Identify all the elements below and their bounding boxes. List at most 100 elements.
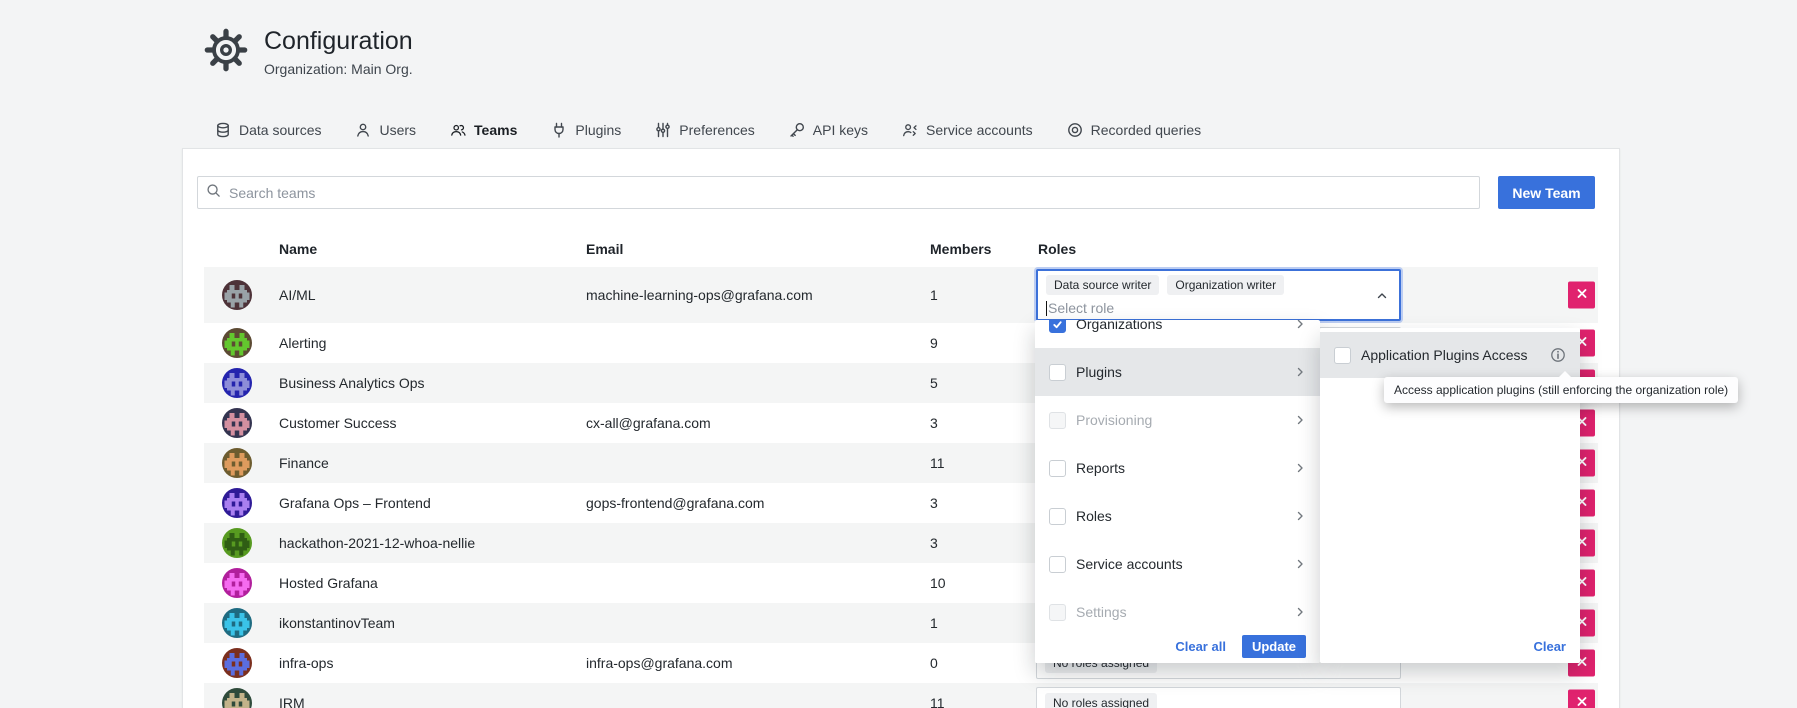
team-email: infra-ops@grafana.com [586,655,733,671]
page-subtitle: Organization: Main Org. [264,61,413,77]
avatar [222,448,252,478]
team-name[interactable]: ikonstantinovTeam [279,615,395,631]
tab-plugins[interactable]: Plugins [539,112,633,148]
search-input[interactable] [227,184,1471,202]
team-name[interactable]: AI/ML [279,287,316,303]
column-header-email: Email [586,241,623,257]
team-name[interactable]: Alerting [279,335,326,351]
tab-api-keys[interactable]: API keys [777,112,880,148]
team-members-count: 1 [930,287,938,303]
avatar [222,280,252,310]
role-menu-footer: Clear all Update [1035,633,1320,663]
column-header-roles: Roles [1038,241,1076,257]
checkbox[interactable] [1049,604,1066,621]
info-icon[interactable] [1550,347,1566,363]
role-picker-menu: Organizations Plugins Provisioning Repor… [1035,320,1320,663]
team-members-count: 10 [930,575,946,591]
table-row: AI/ML machine-learning-ops@grafana.com 1… [204,267,1598,323]
clear-all-link[interactable]: Clear all [1175,639,1226,654]
team-email: gops-frontend@grafana.com [586,495,764,511]
chevron-up-icon[interactable] [1375,289,1389,308]
role-tag: No roles assigned [1045,693,1157,708]
gear-icon [202,26,250,74]
role-group-provisioning[interactable]: Provisioning [1035,396,1320,444]
user-arrows-icon [902,122,918,138]
team-name[interactable]: Hosted Grafana [279,575,378,591]
role-select-placeholder: Select role [1048,300,1114,316]
column-header-name: Name [279,241,317,257]
role-picker-select[interactable]: Data source writer Organization writer Se… [1036,269,1401,321]
role-group-service-accounts[interactable]: Service accounts [1035,540,1320,588]
role-picker-select[interactable]: No roles assigned [1036,687,1401,708]
role-group-organizations[interactable]: Organizations [1035,320,1320,348]
team-members-count: 3 [930,415,938,431]
table-header: Name Email Members Roles [204,231,1598,267]
column-header-members: Members [930,241,991,257]
checkbox[interactable] [1049,412,1066,429]
role-tag: Organization writer [1167,275,1284,295]
team-email: machine-learning-ops@grafana.com [586,287,813,303]
checkbox[interactable] [1049,364,1066,381]
tab-preferences[interactable]: Preferences [643,112,766,148]
role-submenu-list: Application Plugins Access [1320,332,1580,378]
team-name[interactable]: Business Analytics Ops [279,375,425,391]
avatar [222,368,252,398]
team-members-count: 3 [930,495,938,511]
team-name[interactable]: infra-ops [279,655,333,671]
tab-recorded-queries[interactable]: Recorded queries [1055,112,1214,148]
team-members-count: 9 [930,335,938,351]
chevron-right-icon [1294,414,1306,426]
record-icon [1067,122,1083,138]
team-members-count: 11 [930,455,945,471]
text-cursor [1046,301,1047,316]
search-box [197,176,1480,209]
avatar [222,528,252,558]
delete-team-button[interactable] [1568,282,1595,309]
chevron-right-icon [1294,606,1306,618]
search-icon [206,183,221,203]
chevron-right-icon [1294,558,1306,570]
team-name[interactable]: Grafana Ops – Frontend [279,495,431,511]
tab-teams[interactable]: Teams [438,112,529,148]
team-members-count: 5 [930,375,938,391]
database-icon [215,122,231,138]
chevron-right-icon [1294,462,1306,474]
sliders-icon [655,122,671,138]
tab-users[interactable]: Users [343,112,428,148]
update-button[interactable]: Update [1242,635,1306,658]
checkbox[interactable] [1049,320,1066,333]
role-group-reports[interactable]: Reports [1035,444,1320,492]
chevron-right-icon [1294,366,1306,378]
avatar [222,328,252,358]
grafana-teams-page: Configuration Organization: Main Org. Da… [0,0,1797,708]
role-group-settings[interactable]: Settings [1035,588,1320,636]
chevron-right-icon [1294,510,1306,522]
tooltip: Access application plugins (still enforc… [1384,377,1738,403]
checkbox[interactable] [1334,347,1351,364]
avatar [222,568,252,598]
close-icon [1576,288,1588,303]
role-application-plugins-access[interactable]: Application Plugins Access [1320,332,1580,378]
checkbox[interactable] [1049,556,1066,573]
role-group-plugins[interactable]: Plugins [1035,348,1320,396]
checkbox[interactable] [1049,460,1066,477]
role-group-list: Organizations Plugins Provisioning Repor… [1035,320,1320,636]
avatar [222,608,252,638]
clear-link[interactable]: Clear [1533,639,1566,654]
team-name[interactable]: Customer Success [279,415,396,431]
avatar [222,688,252,708]
tab-service-accounts[interactable]: Service accounts [890,112,1045,148]
checkbox[interactable] [1049,508,1066,525]
team-name[interactable]: Finance [279,455,329,471]
team-name[interactable]: hackathon-2021-12-whoa-nellie [279,535,475,551]
team-name[interactable]: IRM [279,695,305,708]
avatar [222,648,252,678]
close-icon [1576,696,1588,708]
role-group-roles[interactable]: Roles [1035,492,1320,540]
team-members-count: 0 [930,655,938,671]
role-tag: Data source writer [1046,275,1159,295]
tab-data-sources[interactable]: Data sources [203,112,333,148]
delete-team-button[interactable] [1568,690,1595,708]
new-team-button[interactable]: New Team [1498,176,1595,209]
team-members-count: 1 [930,615,938,631]
